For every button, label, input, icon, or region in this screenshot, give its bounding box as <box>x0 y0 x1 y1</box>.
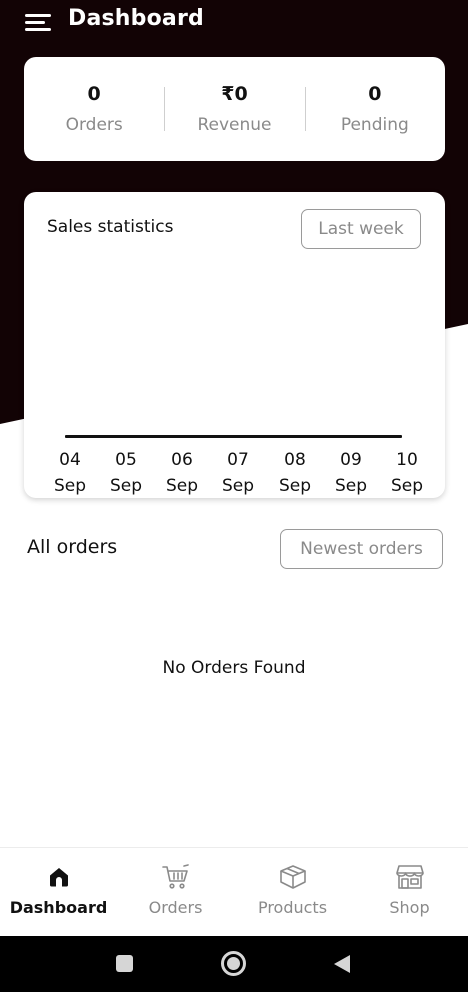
x-tick-label: 08 Sep <box>278 450 312 496</box>
x-tick-label: 10 Sep <box>390 450 424 496</box>
sales-statistics-card: Sales statistics Last week 04 Sep 05 Sep 0… <box>24 192 445 498</box>
x-tick-label: 05 Sep <box>109 450 143 496</box>
nav-label: Products <box>257 898 328 917</box>
cart-icon <box>161 864 190 890</box>
sales-title: Sales statistics <box>47 217 174 237</box>
stat-revenue: ₹0 Revenue <box>164 57 304 161</box>
x-tick-label: 09 Sep <box>334 450 368 496</box>
stat-label: Orders <box>65 115 123 135</box>
nav-item-shop[interactable]: Shop <box>351 848 468 937</box>
stat-label: Pending <box>340 115 409 135</box>
store-icon <box>395 864 424 890</box>
stat-value: 0 <box>368 83 382 105</box>
stat-value: 0 <box>87 83 101 105</box>
home-icon <box>45 864 73 890</box>
stats-card: 0 Orders ₹0 Revenue 0 Pending <box>24 57 445 161</box>
x-tick-label: 04 Sep <box>53 450 87 496</box>
nav-label: Orders <box>148 898 203 917</box>
nav-item-orders[interactable]: Orders <box>117 848 234 937</box>
system-navigation-bar <box>0 936 468 992</box>
recent-apps-icon[interactable] <box>116 955 133 972</box>
chart-baseline <box>65 435 402 438</box>
sort-orders-button[interactable]: Newest orders <box>280 529 443 569</box>
stat-label: Revenue <box>197 115 272 135</box>
page-title: Dashboard <box>68 6 204 31</box>
empty-orders-message: No Orders Found <box>162 658 306 678</box>
home-button-icon[interactable] <box>221 951 246 976</box>
box-icon <box>279 864 307 890</box>
top-bar: Dashboard <box>0 0 468 44</box>
chart-x-axis: 04 Sep 05 Sep 06 Sep 07 Sep 08 Sep 09 Sep 10 Se… <box>48 447 433 496</box>
stat-pending: 0 Pending <box>304 57 445 161</box>
nav-label: Dashboard <box>9 898 108 917</box>
stat-orders: 0 Orders <box>24 57 164 161</box>
x-tick-label: 06 Sep <box>165 450 199 496</box>
stat-value: ₹0 <box>221 83 248 105</box>
back-icon[interactable] <box>333 954 351 974</box>
nav-item-products[interactable]: Products <box>234 848 351 937</box>
x-tick-label: 07 Sep <box>221 450 255 496</box>
orders-header: All orders Newest orders <box>0 528 468 570</box>
orders-title: All orders <box>27 536 118 558</box>
nav-item-dashboard[interactable]: Dashboard <box>0 848 117 937</box>
menu-icon[interactable] <box>25 12 51 32</box>
date-range-button[interactable]: Last week <box>301 209 421 249</box>
bottom-navigation: Dashboard Orders Products Shop <box>0 847 468 936</box>
nav-label: Shop <box>389 898 430 917</box>
